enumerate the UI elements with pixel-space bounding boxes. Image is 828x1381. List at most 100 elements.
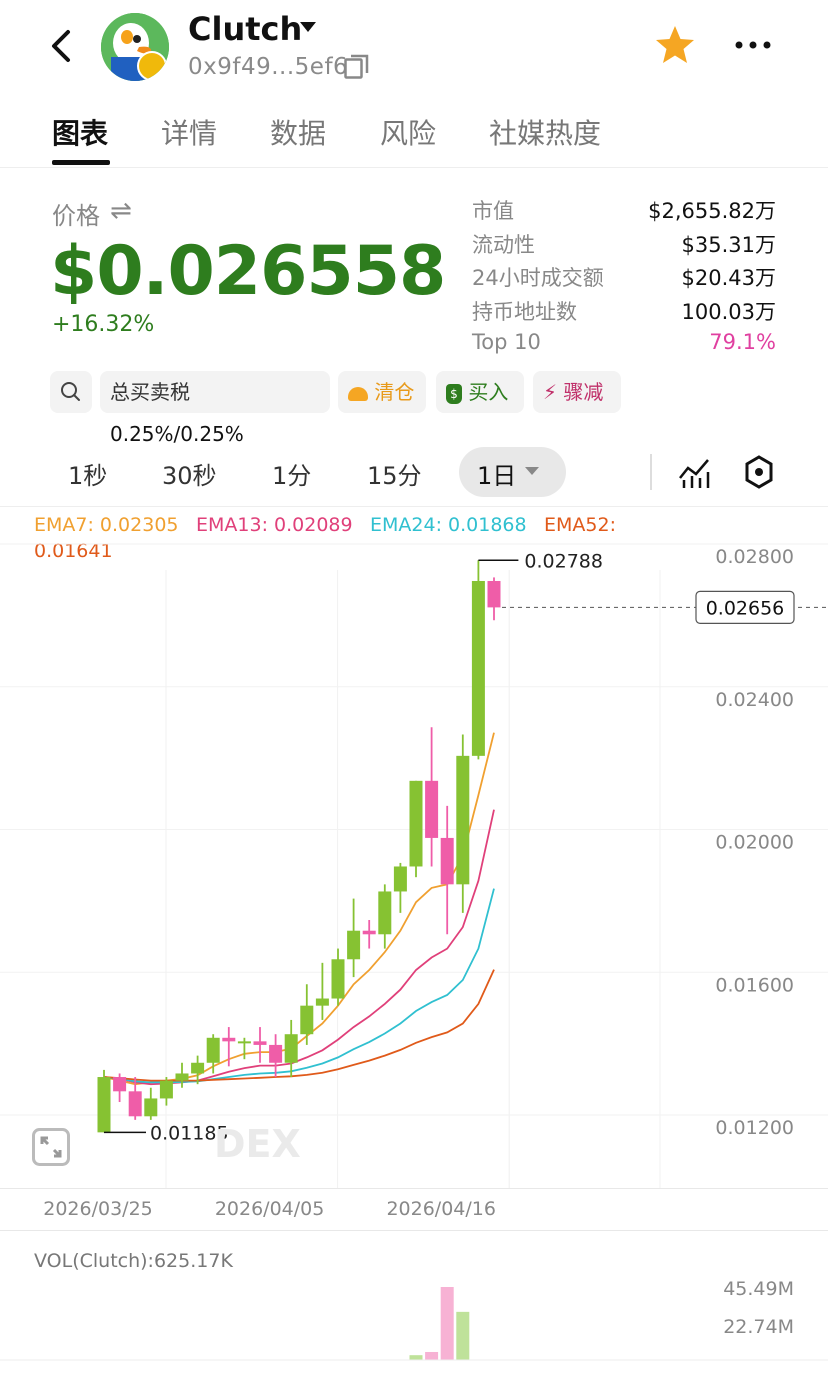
buy-label: 买入 [468,380,509,404]
stat-volume-label: 24小时成交额 [472,266,604,290]
y-tick-label: 0.01200 [715,1117,794,1139]
stat-holders-label: 持币地址数 [472,300,577,324]
candle-body [113,1077,127,1092]
candles [97,560,501,1133]
candle-body [97,1077,111,1133]
tab-underline [52,160,110,165]
candle-body [440,837,454,885]
ema52-line [103,969,495,1082]
candle-body [144,1098,158,1117]
volume-bar [440,1287,454,1360]
ema24-line [103,888,495,1084]
volume-bar [456,1311,470,1360]
timeframe-15m[interactable]: 15分 [367,456,422,491]
search-button[interactable] [50,371,92,413]
current-price-label: 0.02656 [706,597,785,619]
candle-body [331,959,345,999]
indicator-icon[interactable] [676,452,714,492]
watermark: DEX [214,1122,301,1166]
candle-body [393,866,407,892]
timeframe-1m[interactable]: 1分 [272,456,311,491]
candle-body [175,1073,189,1081]
stat-liquidity-value: $35.31万 [681,233,776,257]
divider [0,1230,828,1231]
copy-icon[interactable] [344,54,370,80]
tax-label: 总买卖税 [110,380,190,404]
candle-body [159,1080,173,1099]
back-icon[interactable] [44,26,80,66]
chain-badge-icon [137,51,167,81]
candle-body [300,1005,314,1035]
tax-chip[interactable]: 总买卖税 0.25%/0.25% [100,371,330,446]
star-icon[interactable] [654,24,696,66]
token-address: 0x9f49...5ef6 [188,54,349,80]
token-logo [101,13,169,81]
candle-body [315,998,329,1006]
high-label: 0.02788 [524,550,603,572]
swap-icon[interactable]: ⇌ [110,196,132,226]
x-tick-label: 2026/04/05 [215,1198,325,1220]
stat-holders-value: 100.03万 [681,300,776,324]
y-tick-label: 0.02800 [715,546,794,568]
clear-position-button[interactable]: 清仓 [338,371,426,413]
volume-bars: 45.49M 22.74M [0,1278,828,1361]
clear-icon [348,386,368,401]
x-tick-label: 2026/04/16 [386,1198,496,1220]
lightning-icon: ⚡ [543,380,558,404]
candle-body [378,891,392,935]
vol-tick-label: 22.74M [723,1316,794,1338]
divider [650,454,652,490]
settings-icon[interactable] [740,452,778,492]
token-name[interactable]: Clutch [188,10,302,48]
volume-bar [409,1355,423,1360]
y-axis: 0.02800 0.02400 0.02000 0.01600 0.01200 [715,546,794,1139]
candle-body [425,780,439,838]
dump-label: 骤减 [563,380,604,404]
vol-tick-label: 45.49M [723,1278,794,1300]
price-label: 价格 [52,202,100,230]
stat-top10-value: 79.1% [709,330,776,354]
tab-chart[interactable]: 图表 [52,112,108,152]
candle-body [222,1037,236,1042]
x-axis: 2026/03/25 2026/04/05 2026/04/16 [43,1198,496,1220]
candle-body [409,780,423,867]
stat-liquidity-label: 流动性 [472,233,535,257]
candle-body [237,1041,251,1044]
tab-details[interactable]: 详情 [161,112,217,152]
timeframe-1d[interactable]: 1日 [477,456,516,491]
tab-social[interactable]: 社媒热度 [489,112,601,152]
divider [0,1188,828,1189]
price-chart[interactable]: 0.02800 0.02400 0.02000 0.01600 0.01200 2026… [0,500,828,1381]
stat-market-cap-label: 市值 [472,199,514,223]
volume-bar [425,1351,439,1360]
candle-body [191,1062,205,1074]
expand-icon[interactable] [32,1128,70,1166]
more-icon[interactable] [732,30,774,60]
y-tick-label: 0.02400 [715,689,794,711]
stat-market-cap-value: $2,655.82万 [648,199,776,223]
candle-body [347,930,361,960]
candle-body [487,580,501,608]
price-change: +16.32% [52,312,155,337]
money-bag-icon: $ [446,383,462,404]
buy-button[interactable]: $ 买入 [436,371,524,413]
dump-button[interactable]: ⚡ 骤减 [533,371,621,413]
candle-body [284,1034,298,1063]
divider [0,167,828,168]
stat-top10-label: Top 10 [472,330,541,354]
volume-label: VOL(Clutch):625.17K [34,1250,233,1272]
candle-body [269,1044,283,1063]
y-tick-label: 0.01600 [715,974,794,996]
tab-data[interactable]: 数据 [270,112,326,152]
stat-volume-value: $20.43万 [681,266,776,290]
timeframe-1s[interactable]: 1秒 [68,456,107,491]
candle-body [456,755,470,885]
candle-body [253,1041,267,1045]
candle-body [471,580,485,756]
tab-risk[interactable]: 风险 [380,112,436,152]
candle-body [206,1037,220,1063]
tax-value: 0.25%/0.25% [110,422,244,446]
timeframe-chevron-icon[interactable] [525,467,539,475]
timeframe-30s[interactable]: 30秒 [162,456,217,491]
chevron-down-icon[interactable] [300,22,316,32]
